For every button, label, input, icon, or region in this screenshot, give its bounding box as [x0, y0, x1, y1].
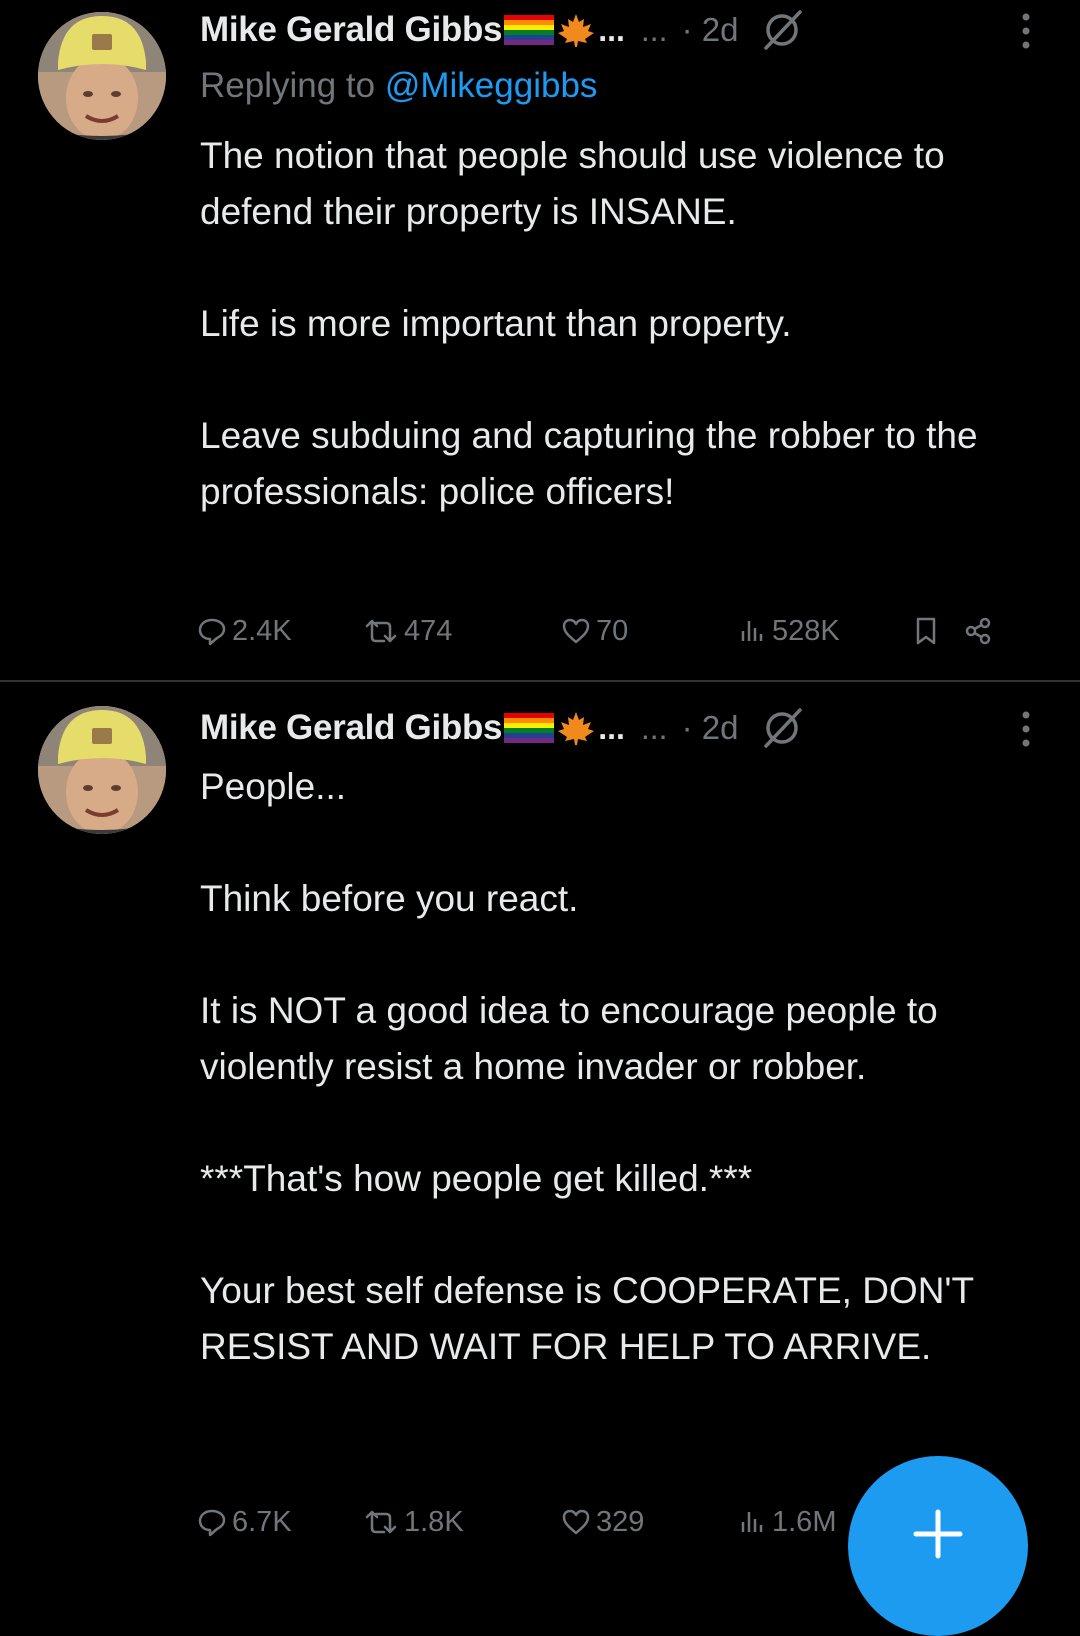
share-icon: [962, 615, 994, 647]
like-count: 329: [596, 1505, 645, 1538]
tweet-header: Mike Gerald Gibbs ... ... · 2d: [200, 703, 1040, 753]
maple-leaf-icon: [556, 12, 596, 48]
repost-button[interactable]: 474: [364, 609, 452, 653]
tweet-paragraph: Think before you react.: [200, 878, 579, 919]
reply-count: 2.4K: [232, 614, 292, 647]
share-button[interactable]: [962, 609, 994, 653]
tweet-paragraph: ***That's how people get killed.***: [200, 1158, 753, 1199]
more-vertical-icon[interactable]: [1016, 707, 1036, 751]
bookmark-button[interactable]: [912, 609, 940, 653]
replying-to: Replying to @Mikeggibbs: [200, 66, 597, 106]
rainbow-flag-icon: [504, 15, 555, 45]
like-count: 70: [596, 614, 629, 647]
rainbow-flag-icon: [504, 713, 555, 743]
views-bar-chart-icon: [736, 615, 768, 647]
author-handle[interactable]: ...: [641, 12, 668, 49]
like-button[interactable]: 70: [560, 609, 628, 653]
avatar[interactable]: [38, 706, 166, 834]
reply-button[interactable]: 6.7K: [196, 1500, 292, 1544]
tweet[interactable]: Mike Gerald Gibbs ... ... · 2d: [0, 0, 1080, 680]
views-bar-chart-icon: [736, 1506, 768, 1538]
bookmark-icon: [912, 615, 940, 647]
timestamp[interactable]: · 2d: [682, 709, 739, 747]
tweet[interactable]: Mike Gerald Gibbs ... ... · 2d: [0, 683, 1080, 1592]
views-button[interactable]: 528K: [736, 609, 840, 653]
tweet-paragraph: It is NOT a good idea to encourage peopl…: [200, 990, 938, 1087]
tweet-paragraph: Life is more important than property.: [200, 303, 792, 344]
reply-count: 6.7K: [232, 1505, 292, 1538]
timestamp[interactable]: · 2d: [682, 11, 739, 49]
author-name-truncation: ...: [598, 11, 625, 48]
tweet-paragraph: The notion that people should use violen…: [200, 135, 945, 232]
tweet-paragraph: Your best self defense is COOPERATE, DON…: [200, 1270, 974, 1367]
views-button[interactable]: 1.6M: [736, 1500, 836, 1544]
like-button[interactable]: 329: [560, 1500, 644, 1544]
tweet-text: The notion that people should use violen…: [200, 128, 1040, 520]
heart-icon: [560, 1506, 592, 1538]
reply-bubble-icon: [196, 615, 228, 647]
tweet-header: Mike Gerald Gibbs ... ... · 2d: [200, 5, 1040, 55]
heart-icon: [560, 615, 592, 647]
author-name[interactable]: Mike Gerald Gibbs: [200, 708, 503, 748]
repost-icon: [364, 1506, 400, 1538]
reply-button[interactable]: 2.4K: [196, 609, 292, 653]
replying-to-handle[interactable]: @Mikeggibbs: [385, 66, 598, 105]
author-handle[interactable]: ...: [641, 710, 668, 747]
views-count: 528K: [772, 614, 840, 647]
repost-button[interactable]: 1.8K: [364, 1500, 464, 1544]
grok-icon[interactable]: [760, 706, 804, 750]
replying-to-label: Replying to: [200, 66, 376, 105]
tweet-actions: 2.4K 474 70 528K: [196, 609, 1046, 653]
author-name[interactable]: Mike Gerald Gibbs: [200, 10, 503, 50]
grok-icon[interactable]: [760, 8, 804, 52]
maple-leaf-icon: [556, 710, 596, 746]
compose-button[interactable]: [848, 1456, 1028, 1636]
tweet-paragraph: People...: [200, 766, 347, 807]
reply-bubble-icon: [196, 1506, 228, 1538]
tweet-text: People... Think before you react. It is …: [200, 759, 1040, 1375]
repost-count: 474: [404, 614, 453, 647]
avatar[interactable]: [38, 12, 166, 140]
repost-icon: [364, 615, 400, 647]
tweet-divider: [0, 680, 1080, 682]
author-name-truncation: ...: [598, 709, 625, 746]
more-vertical-icon[interactable]: [1016, 9, 1036, 53]
views-count: 1.6M: [772, 1505, 837, 1538]
tweet-paragraph: Leave subduing and capturing the robber …: [200, 415, 978, 512]
repost-count: 1.8K: [404, 1505, 464, 1538]
